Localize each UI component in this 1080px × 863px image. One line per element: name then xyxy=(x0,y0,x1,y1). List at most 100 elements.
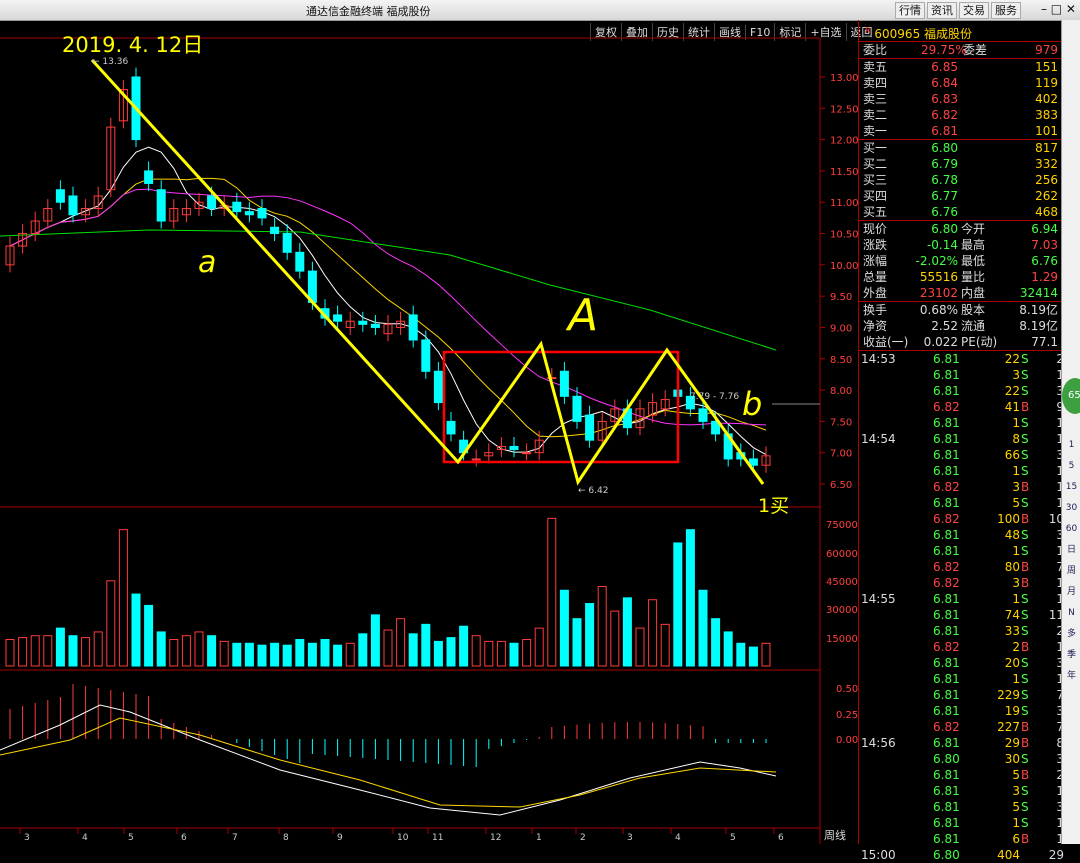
menu-fuwu[interactable]: 服务 xyxy=(991,2,1021,19)
kline-chart-svg[interactable]: 13.0012.5012.0011.5011.0010.5010.009.509… xyxy=(0,20,859,844)
period-button[interactable]: N xyxy=(1064,604,1079,623)
ask-volume: 383 xyxy=(1035,108,1058,122)
stat-value: 0.68% xyxy=(919,303,958,317)
ask-volume: 119 xyxy=(1035,76,1058,90)
bid-price: 6.79 xyxy=(931,157,958,171)
period-button[interactable]: 年 xyxy=(1064,667,1079,686)
bid-price: 6.78 xyxy=(931,173,958,187)
window-controls[interactable]: – □ ✕ xyxy=(1041,2,1076,16)
menu-zixun[interactable]: 资讯 xyxy=(927,2,957,19)
tick-price: 6.81 xyxy=(933,608,960,622)
period-button[interactable]: 季 xyxy=(1064,646,1079,665)
x-tick-label: 12 xyxy=(490,833,501,843)
volume-bar xyxy=(748,646,758,667)
volume-bar xyxy=(433,640,443,667)
tick-row: 15:00 6.80 404 29 xyxy=(859,847,1064,863)
ask-price: 6.82 xyxy=(931,108,958,122)
tick-price: 6.82 xyxy=(933,560,960,574)
tick-volume: 404 xyxy=(997,848,1020,862)
stat-value: -2.02% xyxy=(915,254,958,268)
stat-value: 32414 xyxy=(1019,286,1058,300)
tick-side: B xyxy=(1021,512,1030,526)
period-button[interactable]: 15 xyxy=(1064,478,1079,497)
volume-bar xyxy=(18,637,28,667)
volume-bar xyxy=(711,618,721,667)
price-tick-label: 11.00 xyxy=(830,198,858,209)
tick-row: 6.8133S2 xyxy=(859,623,1064,639)
candle-body xyxy=(698,408,708,422)
price-tick-label: 11.50 xyxy=(830,167,858,178)
price-tick-label: 12.50 xyxy=(830,104,858,115)
period-button[interactable]: 5 xyxy=(1064,457,1079,476)
tick-side: B xyxy=(1021,400,1030,414)
price-tick-label: 8.50 xyxy=(830,355,852,366)
stat-row: 涨跌 -0.14 最高 7.03 xyxy=(859,237,1062,253)
period-button[interactable]: 30 xyxy=(1064,499,1079,518)
candle-body xyxy=(144,170,154,184)
tick-price: 6.81 xyxy=(933,432,960,446)
menu-hangqing[interactable]: 行情 xyxy=(895,2,925,19)
tick-price: 6.81 xyxy=(933,816,960,830)
volume-bar xyxy=(597,585,607,667)
macd-tick-label: 0.50 xyxy=(836,684,858,695)
volume-bar xyxy=(446,637,456,667)
period-button[interactable]: 周 xyxy=(1064,562,1079,581)
price-tick-label: 10.50 xyxy=(830,230,858,241)
tick-side: B xyxy=(1021,640,1030,654)
bid-label: 买四 xyxy=(863,189,888,203)
chart-area[interactable]: 13.00 12.50 12.00 11.50 11.00 10.50 10.00 9.50 9… xyxy=(0,20,859,844)
stat-label: 收益(一) xyxy=(863,335,909,349)
x-tick-label: 8 xyxy=(283,833,289,843)
period-button[interactable]: 日 xyxy=(1064,541,1079,560)
ask-price: 6.83 xyxy=(931,92,958,106)
tick-row: 14:536.8122S2 xyxy=(859,351,1064,367)
stat-label: 最低 xyxy=(961,254,986,268)
tick-row: 6.815S1 xyxy=(859,495,1064,511)
stat-label: 流通 xyxy=(961,319,986,333)
stat-value: 77.1 xyxy=(1031,335,1058,349)
volume-bar xyxy=(93,631,103,667)
volume-tick-label: 15000 xyxy=(826,634,858,645)
trend-line-annotation xyxy=(90,58,765,486)
candle-body xyxy=(282,233,292,253)
tick-price: 6.81 xyxy=(933,368,960,382)
tick-side: S xyxy=(1021,752,1029,766)
tick-volume: 100 xyxy=(997,512,1020,526)
ask-price: 6.84 xyxy=(931,76,958,90)
tick-volume: 227 xyxy=(997,720,1020,734)
volume-bar xyxy=(736,642,746,667)
stat-value: 0.022 xyxy=(923,335,958,349)
period-label[interactable]: 周线 xyxy=(824,828,846,842)
tick-row: 6.816B1 xyxy=(859,831,1064,847)
menu-jiaoyi[interactable]: 交易 xyxy=(959,2,989,19)
period-button[interactable]: 多 xyxy=(1064,625,1079,644)
volume-bar xyxy=(610,610,620,667)
right-sidebar: 1 5 15 30 60 日周月 N 多季年 xyxy=(1061,20,1080,844)
volume-bar xyxy=(144,604,154,667)
x-tick-label: 3 xyxy=(24,833,30,843)
volume-bar xyxy=(55,627,65,667)
ask-label: 卖二 xyxy=(863,108,888,122)
stat-row: 现价 6.80 今开 6.94 xyxy=(859,221,1062,237)
volume-bar xyxy=(370,614,380,667)
tick-side: S xyxy=(1021,592,1029,606)
tick-row: 6.8030S3 xyxy=(859,751,1064,767)
tick-price: 6.81 xyxy=(933,672,960,686)
tick-side: S xyxy=(1021,656,1029,670)
candle-body xyxy=(522,452,532,455)
ask-levels: 卖五 6.85 151 卖四 6.84 119 卖三 6.83 402 卖二 6.82 383 卖一 6.… xyxy=(859,59,1062,139)
volume-bar xyxy=(282,644,292,667)
candle-body xyxy=(559,370,569,397)
ask-row: 卖二 6.82 383 xyxy=(859,107,1062,123)
volume-bar xyxy=(622,597,632,667)
candle-body xyxy=(509,445,519,451)
tick-row: 14:556.811S1 xyxy=(859,591,1064,607)
period-button[interactable]: 60 xyxy=(1064,520,1079,539)
price-tick-label: 7.50 xyxy=(830,417,852,428)
period-button[interactable]: 1 xyxy=(1064,436,1079,455)
x-tick-label: 1 xyxy=(536,833,542,843)
weibi-value: 29.75% xyxy=(921,43,967,57)
stock-name: 福成股份 xyxy=(924,27,973,41)
stat-value: 7.03 xyxy=(1031,238,1058,252)
period-button[interactable]: 月 xyxy=(1064,583,1079,602)
